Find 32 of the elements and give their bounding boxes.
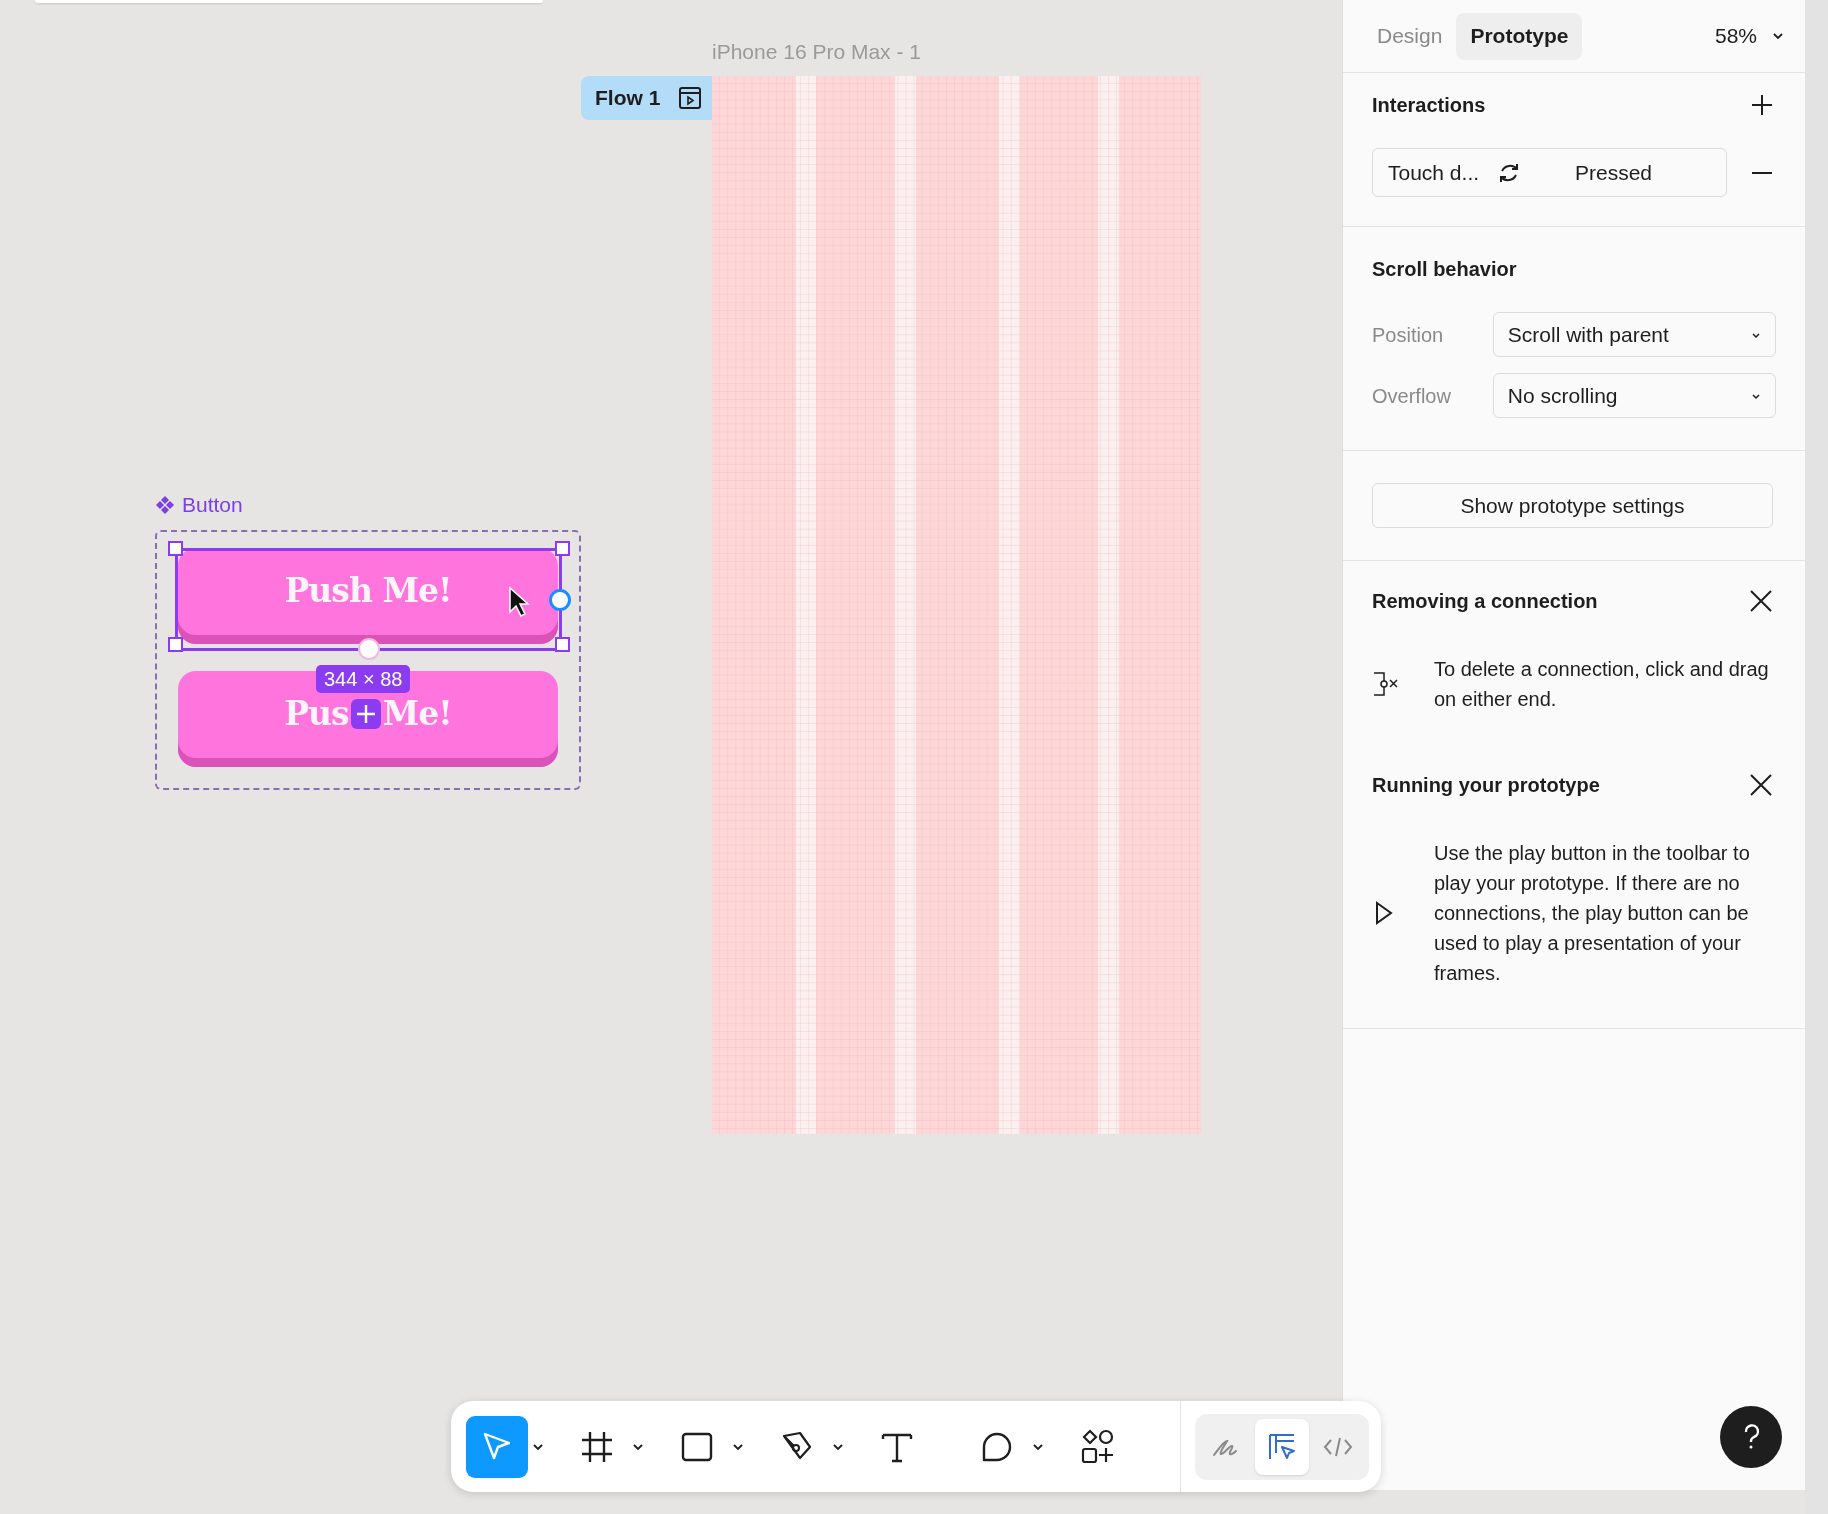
- connection-remove-icon: [1372, 670, 1400, 698]
- play-frame-icon: [678, 86, 703, 110]
- section-title: Scroll behavior: [1372, 257, 1518, 282]
- cursor-icon: [508, 586, 532, 618]
- resize-handle[interactable]: [168, 637, 183, 652]
- field-label: Position: [1372, 322, 1445, 348]
- component-label[interactable]: Button: [182, 489, 243, 521]
- zoom-level[interactable]: 58%: [1714, 20, 1757, 52]
- interaction-row[interactable]: Touch d... Pressed: [1372, 148, 1727, 197]
- tab[interactable]: Prototype: [1456, 12, 1583, 60]
- drag-handle[interactable]: [358, 638, 380, 660]
- dropdown[interactable]: No scrolling: [1492, 373, 1776, 418]
- mode-button[interactable]: [1255, 1418, 1309, 1475]
- size-badge: 344 × 88: [316, 665, 411, 693]
- resize-handle[interactable]: [555, 541, 570, 556]
- section-title: Interactions: [1372, 93, 1486, 118]
- close-icon[interactable]: [1749, 589, 1773, 613]
- settings-button[interactable]: Show prototype settings: [1372, 483, 1773, 528]
- dropdown[interactable]: Scroll with parent: [1492, 312, 1776, 357]
- field-label: Overflow: [1372, 383, 1452, 409]
- resize-handle[interactable]: [168, 541, 183, 556]
- component-icon: [155, 494, 175, 515]
- add-icon[interactable]: [1751, 94, 1773, 116]
- connection-handle[interactable]: [549, 589, 571, 611]
- resize-handle[interactable]: [555, 637, 570, 652]
- close-icon[interactable]: [1749, 773, 1773, 797]
- tip-title: Removing a connection: [1372, 589, 1598, 614]
- flow-badge[interactable]: Flow 1: [581, 76, 712, 120]
- tip-text: To delete a connection, click and drag on either end.: [1434, 657, 1770, 712]
- swap-icon: [1498, 161, 1520, 184]
- tip-text: Use the play button in the toolbar to play your prototype. If there are no connections, the play button can be used to play a presentation of your frames.: [1434, 841, 1751, 986]
- tip-title: Running your prototype: [1372, 773, 1600, 798]
